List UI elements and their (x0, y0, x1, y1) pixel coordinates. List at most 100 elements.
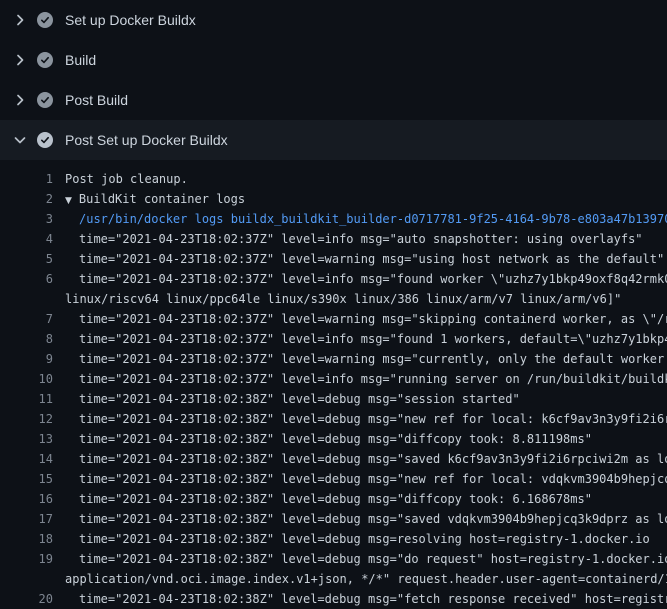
log-line: 12 time="2021-04-23T18:02:38Z" level=deb… (0, 409, 667, 429)
log-line-text: time="2021-04-23T18:02:37Z" level=info m… (79, 232, 643, 246)
log-line-number[interactable]: 6 (0, 269, 53, 289)
log-line: 13 time="2021-04-23T18:02:38Z" level=deb… (0, 429, 667, 449)
log-line-text: time="2021-04-23T18:02:38Z" level=debug … (79, 432, 592, 446)
check-circle-icon (37, 132, 53, 148)
log-line-content: time="2021-04-23T18:02:38Z" level=debug … (79, 409, 667, 429)
log-line-text: time="2021-04-23T18:02:38Z" level=debug … (79, 412, 667, 426)
log-line: linux/riscv64 linux/ppc64le linux/s390x … (0, 289, 667, 309)
log-line-number[interactable]: 1 (0, 169, 53, 189)
log-line-content: time="2021-04-23T18:02:37Z" level=info m… (79, 229, 643, 249)
log-line-text: time="2021-04-23T18:02:38Z" level=debug … (79, 452, 667, 466)
log-line-text: time="2021-04-23T18:02:37Z" level=warnin… (79, 252, 664, 266)
log-line-text: time="2021-04-23T18:02:38Z" level=debug … (79, 392, 520, 406)
log-line-content: time="2021-04-23T18:02:38Z" level=debug … (79, 469, 667, 489)
actions-log-viewer: { "colors": { "background": "#0d1117", "… (0, 0, 667, 600)
log-line-content: Post job cleanup. (65, 169, 188, 189)
check-circle-icon (37, 12, 53, 28)
chevron-icon (12, 132, 28, 148)
chevron-icon (12, 12, 28, 28)
log-line-text: time="2021-04-23T18:02:38Z" level=debug … (79, 472, 667, 486)
step-row[interactable]: Set up Docker Buildx (0, 0, 667, 40)
log-line-content: time="2021-04-23T18:02:37Z" level=info m… (79, 329, 667, 349)
chevron-icon (12, 92, 28, 108)
log-line-text: time="2021-04-23T18:02:37Z" level=info m… (79, 372, 667, 386)
log-line-text: time="2021-04-23T18:02:38Z" level=debug … (79, 532, 650, 546)
log-line-text: linux/riscv64 linux/ppc64le linux/s390x … (65, 292, 621, 306)
log-line: 8 time="2021-04-23T18:02:37Z" level=info… (0, 329, 667, 349)
log-line: 4 time="2021-04-23T18:02:37Z" level=info… (0, 229, 667, 249)
log-line: 5 time="2021-04-23T18:02:37Z" level=warn… (0, 249, 667, 269)
step-row[interactable]: Post Set up Docker Buildx (0, 120, 667, 160)
log-line-content: time="2021-04-23T18:02:37Z" level=info m… (79, 269, 667, 289)
log-line-text: time="2021-04-23T18:02:37Z" level=warnin… (79, 312, 667, 326)
log-line-text: BuildKit container logs (79, 192, 245, 206)
log-line-content: time="2021-04-23T18:02:38Z" level=debug … (79, 529, 650, 549)
log-line-text: time="2021-04-23T18:02:37Z" level=info m… (79, 272, 667, 286)
log-line-text: time="2021-04-23T18:02:38Z" level=debug … (79, 552, 667, 566)
log-line-number[interactable] (0, 569, 53, 589)
log-line: 3 /usr/bin/docker logs buildx_buildkit_b… (0, 209, 667, 229)
log-line-text: time="2021-04-23T18:02:38Z" level=debug … (79, 592, 667, 606)
step-title: Set up Docker Buildx (65, 12, 196, 28)
log-line: 20 time="2021-04-23T18:02:38Z" level=deb… (0, 589, 667, 609)
log-line: 19 time="2021-04-23T18:02:38Z" level=deb… (0, 549, 667, 569)
log-line-text: time="2021-04-23T18:02:37Z" level=warnin… (79, 352, 667, 366)
log-line-number[interactable]: 5 (0, 249, 53, 269)
step-row[interactable]: Post Build (0, 80, 667, 120)
log-line: 10 time="2021-04-23T18:02:37Z" level=inf… (0, 369, 667, 389)
log-line: 7 time="2021-04-23T18:02:37Z" level=warn… (0, 309, 667, 329)
log-line-number[interactable]: 8 (0, 329, 53, 349)
log-line: 18 time="2021-04-23T18:02:38Z" level=deb… (0, 529, 667, 549)
log-line-number[interactable]: 13 (0, 429, 53, 449)
log-line-content: linux/riscv64 linux/ppc64le linux/s390x … (65, 289, 621, 309)
log-line: 6 time="2021-04-23T18:02:37Z" level=info… (0, 269, 667, 289)
log-line-content: time="2021-04-23T18:02:38Z" level=debug … (79, 489, 592, 509)
log-line-content: time="2021-04-23T18:02:38Z" level=debug … (79, 449, 667, 469)
log-line: 1 Post job cleanup. (0, 169, 667, 189)
log-line-number[interactable]: 11 (0, 389, 53, 409)
log-line-text: /usr/bin/docker logs buildx_buildkit_bui… (79, 212, 667, 226)
log-line: 17 time="2021-04-23T18:02:38Z" level=deb… (0, 509, 667, 529)
log-line-text: time="2021-04-23T18:02:38Z" level=debug … (79, 492, 592, 506)
log-line-text: application/vnd.oci.image.index.v1+json,… (65, 572, 667, 586)
log-lines: 1 Post job cleanup. 2 ▼ BuildKit containe… (0, 160, 667, 609)
log-line-number[interactable]: 16 (0, 489, 53, 509)
check-circle-icon (37, 52, 53, 68)
log-line: 15 time="2021-04-23T18:02:38Z" level=deb… (0, 469, 667, 489)
log-line-number[interactable]: 10 (0, 369, 53, 389)
log-line-content: time="2021-04-23T18:02:38Z" level=debug … (79, 589, 667, 609)
log-line-content: /usr/bin/docker logs buildx_buildkit_bui… (79, 209, 667, 229)
log-line-content: time="2021-04-23T18:02:38Z" level=debug … (79, 509, 667, 529)
log-line-number[interactable]: 14 (0, 449, 53, 469)
log-line-number[interactable]: 7 (0, 309, 53, 329)
log-line-number[interactable]: 3 (0, 209, 53, 229)
check-circle-icon (37, 92, 53, 108)
step-title: Build (65, 52, 96, 68)
log-line-content: time="2021-04-23T18:02:38Z" level=debug … (79, 389, 520, 409)
log-line-content: time="2021-04-23T18:02:37Z" level=warnin… (79, 309, 667, 329)
log-line-number[interactable]: 17 (0, 509, 53, 529)
log-line-text: Post job cleanup. (65, 172, 188, 186)
log-line-number[interactable]: 4 (0, 229, 53, 249)
log-line-number[interactable]: 19 (0, 549, 53, 569)
log-line-content: time="2021-04-23T18:02:38Z" level=debug … (79, 549, 667, 569)
log-line: 9 time="2021-04-23T18:02:37Z" level=warn… (0, 349, 667, 369)
log-line: 14 time="2021-04-23T18:02:38Z" level=deb… (0, 449, 667, 469)
log-line-number[interactable]: 20 (0, 589, 53, 609)
log-line-number[interactable]: 9 (0, 349, 53, 369)
log-line-text: time="2021-04-23T18:02:37Z" level=info m… (79, 332, 667, 346)
log-line-content: ▼ BuildKit container logs (65, 189, 245, 209)
log-line-number[interactable]: 12 (0, 409, 53, 429)
log-line-number[interactable]: 2 (0, 189, 53, 209)
log-line-content: time="2021-04-23T18:02:37Z" level=warnin… (79, 349, 667, 369)
log-line-content: time="2021-04-23T18:02:37Z" level=info m… (79, 369, 667, 389)
log-line-number[interactable] (0, 289, 53, 309)
group-caret-icon[interactable]: ▼ (65, 196, 72, 206)
log-line-content: application/vnd.oci.image.index.v1+json,… (65, 569, 667, 589)
step-row[interactable]: Build (0, 40, 667, 80)
log-line: application/vnd.oci.image.index.v1+json,… (0, 569, 667, 589)
steps-list: Set up Docker Buildx Build Post Buil (0, 0, 667, 160)
log-line: 2 ▼ BuildKit container logs (0, 189, 667, 209)
log-line-number[interactable]: 15 (0, 469, 53, 489)
log-line-number[interactable]: 18 (0, 529, 53, 549)
